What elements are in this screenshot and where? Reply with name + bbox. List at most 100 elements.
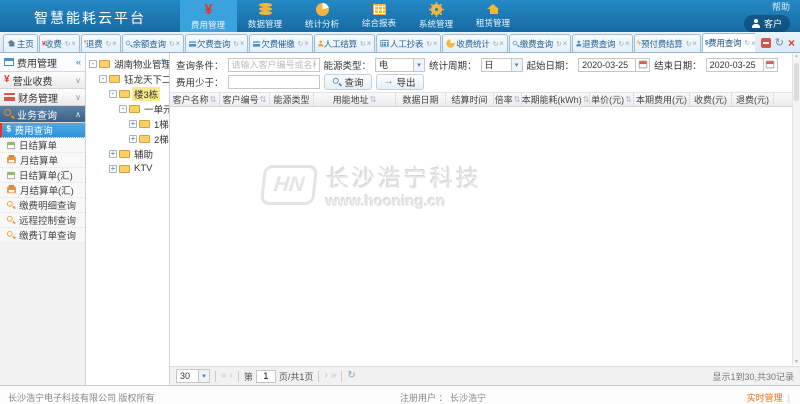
expand-icon[interactable]: + xyxy=(109,165,117,173)
column-header-11[interactable]: 退费(元) xyxy=(732,93,774,106)
footer-link[interactable]: 实时管理 xyxy=(747,391,783,404)
sidebar-item-4[interactable]: 月结算单(汇) xyxy=(0,183,85,198)
tab-close-icon[interactable]: × xyxy=(367,39,371,48)
scrollbar[interactable]: ▲ ▼ xyxy=(792,53,800,365)
tab-close-icon[interactable]: × xyxy=(240,39,244,48)
last-page-button[interactable]: » xyxy=(331,371,337,381)
tab-refresh-icon[interactable]: ↻ xyxy=(169,40,175,48)
collapse-icon[interactable]: - xyxy=(99,75,107,83)
chevron-down-icon[interactable]: ▾ xyxy=(413,59,424,71)
expand-icon[interactable]: + xyxy=(129,135,137,143)
tab-6[interactable]: 人工结算 ↻× xyxy=(314,34,375,52)
collapse-icon[interactable]: - xyxy=(119,105,127,113)
tab-refresh-icon[interactable]: ↻ xyxy=(360,40,366,48)
tab-refresh-icon[interactable]: ↻ xyxy=(686,40,692,48)
export-button[interactable]: → 导出 xyxy=(376,74,424,90)
chevron-down-icon[interactable]: ▾ xyxy=(511,59,522,71)
help-link[interactable]: 帮助 xyxy=(772,0,790,13)
topnav-item-2[interactable]: 统计分析 xyxy=(294,0,351,32)
column-header-7[interactable]: 本期能耗(kWh) ⇅ xyxy=(522,93,590,106)
tab-close-icon[interactable]: × xyxy=(304,39,308,48)
tab-7[interactable]: 人工抄表 ↻× xyxy=(376,34,441,52)
tab-2[interactable]: *退费 ↻× xyxy=(81,34,121,52)
reload-button[interactable]: ↻ xyxy=(347,371,355,381)
topnav-item-3[interactable]: 综合报表 xyxy=(351,0,408,32)
tree-node-7[interactable]: + KTV xyxy=(86,161,169,176)
collapse-all-button[interactable] xyxy=(761,38,771,48)
tab-refresh-icon[interactable]: ↻ xyxy=(298,40,304,48)
page-size-select[interactable]: 30 ▾ xyxy=(176,369,210,383)
fee-input[interactable] xyxy=(228,75,320,89)
tab-refresh-icon[interactable]: ↻ xyxy=(618,40,624,48)
search-button[interactable]: 查询 xyxy=(324,74,372,90)
tree-collapse-icon[interactable]: « xyxy=(161,55,166,65)
scroll-down-icon[interactable]: ▼ xyxy=(794,359,799,365)
column-header-2[interactable]: 能源类型 xyxy=(270,93,314,106)
sidebar-item-5[interactable]: 缴费明细查询 xyxy=(0,198,85,213)
sidebar-item-1[interactable]: 日结算单 xyxy=(0,138,85,153)
sidebar-item-7[interactable]: 缴费订单查询 xyxy=(0,228,85,243)
calendar-icon[interactable] xyxy=(763,59,777,71)
tree-node-0[interactable]: - 湖南物业管理有限公司 xyxy=(86,56,169,71)
prev-page-button[interactable]: ‹ xyxy=(230,371,233,381)
chevron-down-icon[interactable]: ▾ xyxy=(198,370,209,382)
tab-close-icon[interactable]: × xyxy=(112,39,116,48)
period-select[interactable]: 日 ▾ xyxy=(481,58,523,72)
tab-refresh-icon[interactable]: ↻ xyxy=(426,40,432,48)
expand-icon[interactable]: + xyxy=(129,120,137,128)
column-header-1[interactable]: 客户编号 ⇅ xyxy=(220,93,270,106)
close-tab-icon[interactable]: × xyxy=(788,37,795,49)
column-header-5[interactable]: 结算时间 xyxy=(446,93,494,106)
sidebar-item-3[interactable]: 日结算单(汇) xyxy=(0,168,85,183)
calendar-icon[interactable] xyxy=(635,59,649,71)
sidebar-item-6[interactable]: 远程控制查询 xyxy=(0,213,85,228)
page-number-input[interactable] xyxy=(256,370,276,383)
tab-refresh-icon[interactable]: ↻ xyxy=(556,40,562,48)
topnav-item-1[interactable]: 数据管理 xyxy=(237,0,294,32)
tab-refresh-icon[interactable]: ↻ xyxy=(233,40,239,48)
first-page-button[interactable]: « xyxy=(221,371,227,381)
tree-node-3[interactable]: - 一单元 xyxy=(86,101,169,116)
user-menu[interactable]: 客户 xyxy=(744,15,790,32)
tab-4[interactable]: 欠费查询 ↻× xyxy=(185,34,248,52)
tree-node-1[interactable]: - 钰龙天下二期 xyxy=(86,71,169,86)
tab-close-icon[interactable]: × xyxy=(692,39,696,48)
tab-5[interactable]: 欠费催缴 ↻× xyxy=(249,34,312,52)
tab-close-icon[interactable]: × xyxy=(625,39,629,48)
sidebar-collapse-icon[interactable]: « xyxy=(76,57,81,67)
tab-refresh-icon[interactable]: ↻ xyxy=(105,40,111,48)
tab-12[interactable]: $费用查询 ↻× xyxy=(702,33,755,52)
expand-icon[interactable]: + xyxy=(109,150,117,158)
topnav-item-0[interactable]: ¥费用管理 xyxy=(180,0,237,32)
tab-close-icon[interactable]: × xyxy=(563,39,567,48)
tab-9[interactable]: 缴费查询 ↻× xyxy=(509,34,571,52)
collapse-icon[interactable]: - xyxy=(109,90,117,98)
tab-refresh-icon[interactable]: ↻ xyxy=(493,40,499,48)
tab-3[interactable]: 余额查询 ↻× xyxy=(122,34,184,52)
topnav-item-5[interactable]: 租赁管理 xyxy=(465,0,522,32)
tree-node-2[interactable]: - 楼3栋 xyxy=(86,86,169,101)
next-page-button[interactable]: › xyxy=(324,371,327,381)
column-header-10[interactable]: 收费(元) xyxy=(690,93,732,106)
start-date-input[interactable]: 2020-03-25 xyxy=(578,58,650,72)
tab-close-icon[interactable]: × xyxy=(175,39,179,48)
tab-10[interactable]: 退费查询 ↻× xyxy=(572,34,633,52)
tab-1[interactable]: ¥收费 ↻× xyxy=(39,34,80,52)
column-header-3[interactable]: 用能地址 ⇅ xyxy=(314,93,396,106)
tab-refresh-icon[interactable]: ↻ xyxy=(65,40,71,48)
tab-8[interactable]: 收费统计 ↻× xyxy=(442,34,507,52)
collapse-icon[interactable]: - xyxy=(89,60,97,68)
sidebar-item-0[interactable]: $费用查询 xyxy=(0,123,85,138)
tab-close-icon[interactable]: × xyxy=(71,39,75,48)
column-header-0[interactable]: 客户名称 ⇅ xyxy=(170,93,220,106)
energy-type-select[interactable]: 电 ▾ xyxy=(375,58,425,72)
tree-node-4[interactable]: + 1梯 xyxy=(86,116,169,131)
column-header-8[interactable]: 单价(元) ⇅ xyxy=(590,93,634,106)
tree-node-5[interactable]: + 2梯 xyxy=(86,131,169,146)
sidebar-section-0[interactable]: ¥营业收费 ∨ xyxy=(0,72,85,89)
tab-close-icon[interactable]: × xyxy=(433,39,437,48)
sidebar-section-1[interactable]: 财务管理 ∨ xyxy=(0,89,85,106)
tree-node-6[interactable]: + 辅助 xyxy=(86,146,169,161)
column-header-9[interactable]: 本期费用(元) xyxy=(634,93,690,106)
sidebar-item-2[interactable]: 月结算单 xyxy=(0,153,85,168)
